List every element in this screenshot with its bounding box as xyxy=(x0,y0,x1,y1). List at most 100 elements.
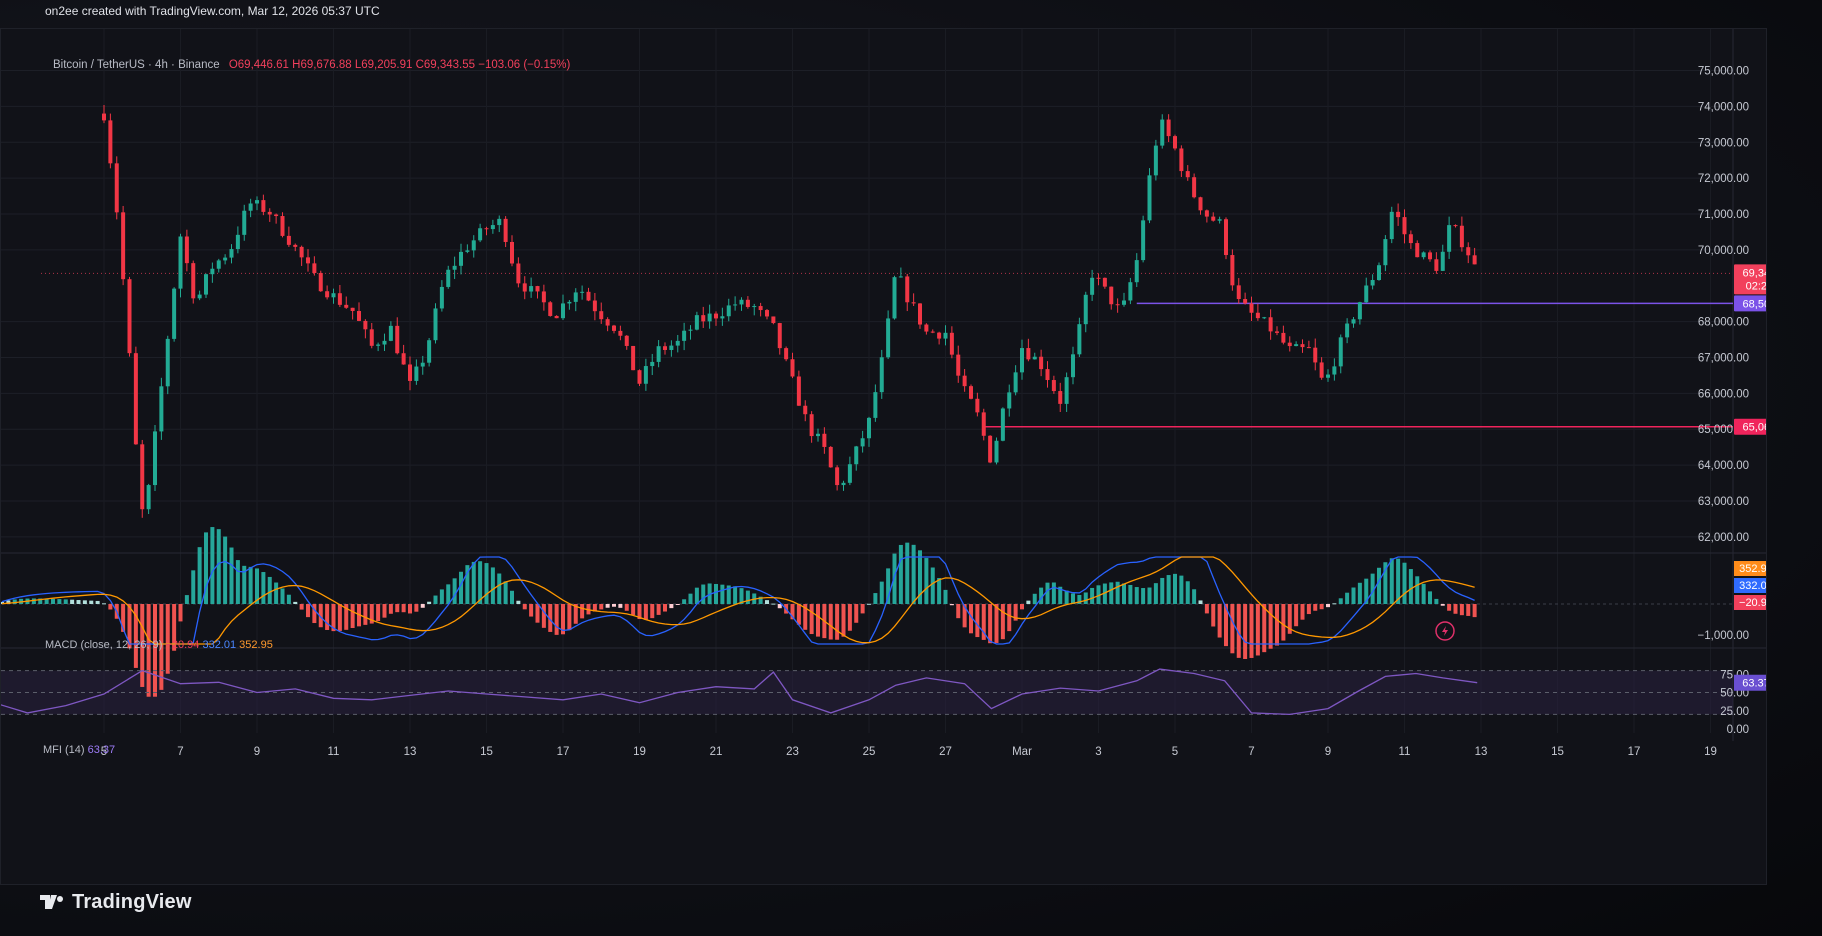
macd-histogram-bar xyxy=(1459,604,1464,616)
macd-histogram-bar xyxy=(624,604,629,611)
current-price-tag-countdown: 02:22:08 xyxy=(1746,280,1766,292)
time-tick-label: 13 xyxy=(404,746,417,758)
candle-body xyxy=(522,283,527,292)
candle-body xyxy=(688,329,693,331)
candle-body xyxy=(1472,255,1477,265)
macd-histogram-bar xyxy=(535,604,540,623)
macd-histogram-bar xyxy=(656,604,661,615)
macd-histogram-bar xyxy=(1453,604,1458,614)
candle-body xyxy=(949,332,954,355)
macd-histogram-bar xyxy=(1153,583,1158,604)
candle-body xyxy=(1313,347,1318,363)
alert-bolt-icon[interactable] xyxy=(1435,621,1455,641)
macd-histogram-bar xyxy=(1466,604,1471,616)
candle-body xyxy=(612,325,616,331)
candle-body xyxy=(1109,286,1114,305)
macd-histogram-bar xyxy=(1109,582,1114,604)
candle-body xyxy=(1370,280,1375,286)
macd-histogram-bar xyxy=(1447,604,1452,611)
candle-body xyxy=(1459,225,1464,248)
candle-body xyxy=(376,344,381,346)
macd-histogram-bar xyxy=(1408,569,1413,604)
candle-body xyxy=(312,263,317,274)
candle-body xyxy=(516,263,521,284)
macd-histogram-bar xyxy=(1351,587,1356,604)
macd-histogram-bar xyxy=(1326,604,1330,608)
candle-body xyxy=(1306,347,1311,349)
macd-histogram-bar xyxy=(1090,587,1095,604)
candle-body xyxy=(325,291,330,298)
time-tick-label: 19 xyxy=(1704,746,1717,758)
mfi-legend[interactable]: MFI (14) 63.37 xyxy=(43,744,115,756)
macd-histogram-bar xyxy=(745,590,750,604)
macd-histogram-bar xyxy=(1032,593,1037,604)
macd-histogram-bar xyxy=(1134,587,1139,604)
macd-histogram-bar xyxy=(191,570,196,604)
candle-body xyxy=(1090,277,1095,295)
macd-histogram-bar xyxy=(1306,604,1311,615)
macd-histogram-bar xyxy=(1000,604,1005,640)
candle-body xyxy=(1255,312,1260,319)
macd-legend[interactable]: MACD (close, 12, 26, 9) −20.94 332.01 35… xyxy=(45,639,273,651)
time-tick-label: 9 xyxy=(1325,746,1331,758)
macd-histogram-bar xyxy=(299,604,304,610)
candle-body xyxy=(1128,282,1133,301)
macd-histogram-bar xyxy=(605,604,610,608)
candle-body xyxy=(1332,366,1337,375)
candle-body xyxy=(401,353,406,365)
chart-svg[interactable]: −1,000.00352.95332.01−20.94 75.0050.0025… xyxy=(1,29,1766,884)
candle-body xyxy=(694,315,699,330)
ohlc-open: O69,446.61 xyxy=(228,59,289,71)
candle-body xyxy=(293,244,298,247)
candle-body xyxy=(497,218,502,226)
macd-histogram-bar xyxy=(841,604,846,637)
candle-body xyxy=(114,163,119,213)
macd-value-tag: −20.94 xyxy=(1734,595,1766,610)
candle-body xyxy=(1300,344,1305,348)
macd-histogram-bar xyxy=(1389,558,1394,604)
price-tick-label: 64,000.00 xyxy=(1698,460,1749,472)
candle-body xyxy=(803,405,808,415)
macd-histogram-bar xyxy=(1179,575,1184,604)
candle-body xyxy=(592,300,597,312)
macd-histogram-bar xyxy=(414,604,419,612)
candle-body xyxy=(720,316,725,319)
candle-body xyxy=(286,235,291,245)
candle-body xyxy=(350,307,355,311)
tradingview-logo-icon xyxy=(40,889,66,917)
macd-histogram-bar xyxy=(1440,604,1445,606)
tradingview-brand[interactable]: TradingView xyxy=(40,888,192,916)
time-axis: 5 7 9 11 13 15 17 19 21 23 25 27 Mar 3 5 7 9 11 13 15 17 19 xyxy=(101,746,1717,758)
candle-body xyxy=(586,291,591,301)
symbol-name[interactable]: Bitcoin / TetherUS · 4h · Binance xyxy=(53,59,220,71)
chart-panel[interactable]: −1,000.00352.95332.01−20.94 75.0050.0025… xyxy=(0,28,1767,885)
candle-body xyxy=(988,435,993,463)
candle-body xyxy=(854,446,859,465)
symbol-legend: Bitcoin / TetherUS · 4h · Binance O69,44… xyxy=(53,59,570,71)
macd-histogram-bar xyxy=(337,604,342,631)
candle-body xyxy=(1071,354,1075,378)
candle-body xyxy=(357,310,361,321)
candle-body xyxy=(624,335,629,346)
candle-body xyxy=(1338,337,1343,367)
macd-value-tag-text: 352.95 xyxy=(1739,563,1766,575)
candle-body xyxy=(1319,362,1324,378)
time-tick-label: Mar xyxy=(1012,746,1032,758)
candle-body xyxy=(1268,317,1273,332)
candle-body xyxy=(1236,285,1241,300)
candle-body xyxy=(599,311,604,320)
macd-signal-value: 352.95 xyxy=(239,639,273,651)
macd-histogram-bar xyxy=(529,604,534,617)
candle-body xyxy=(886,318,891,358)
candle-body xyxy=(363,320,368,330)
price-tick-label: 62,000.00 xyxy=(1698,532,1749,544)
macd-histogram-bar xyxy=(701,584,706,604)
candle-body xyxy=(835,467,840,486)
macd-histogram-bar xyxy=(643,604,648,620)
candle-body xyxy=(369,329,374,346)
candle-body xyxy=(981,412,986,436)
candle-body xyxy=(165,338,170,387)
candle-body xyxy=(580,291,585,293)
macd-histogram-bar xyxy=(873,593,878,604)
candle-body xyxy=(535,286,540,292)
